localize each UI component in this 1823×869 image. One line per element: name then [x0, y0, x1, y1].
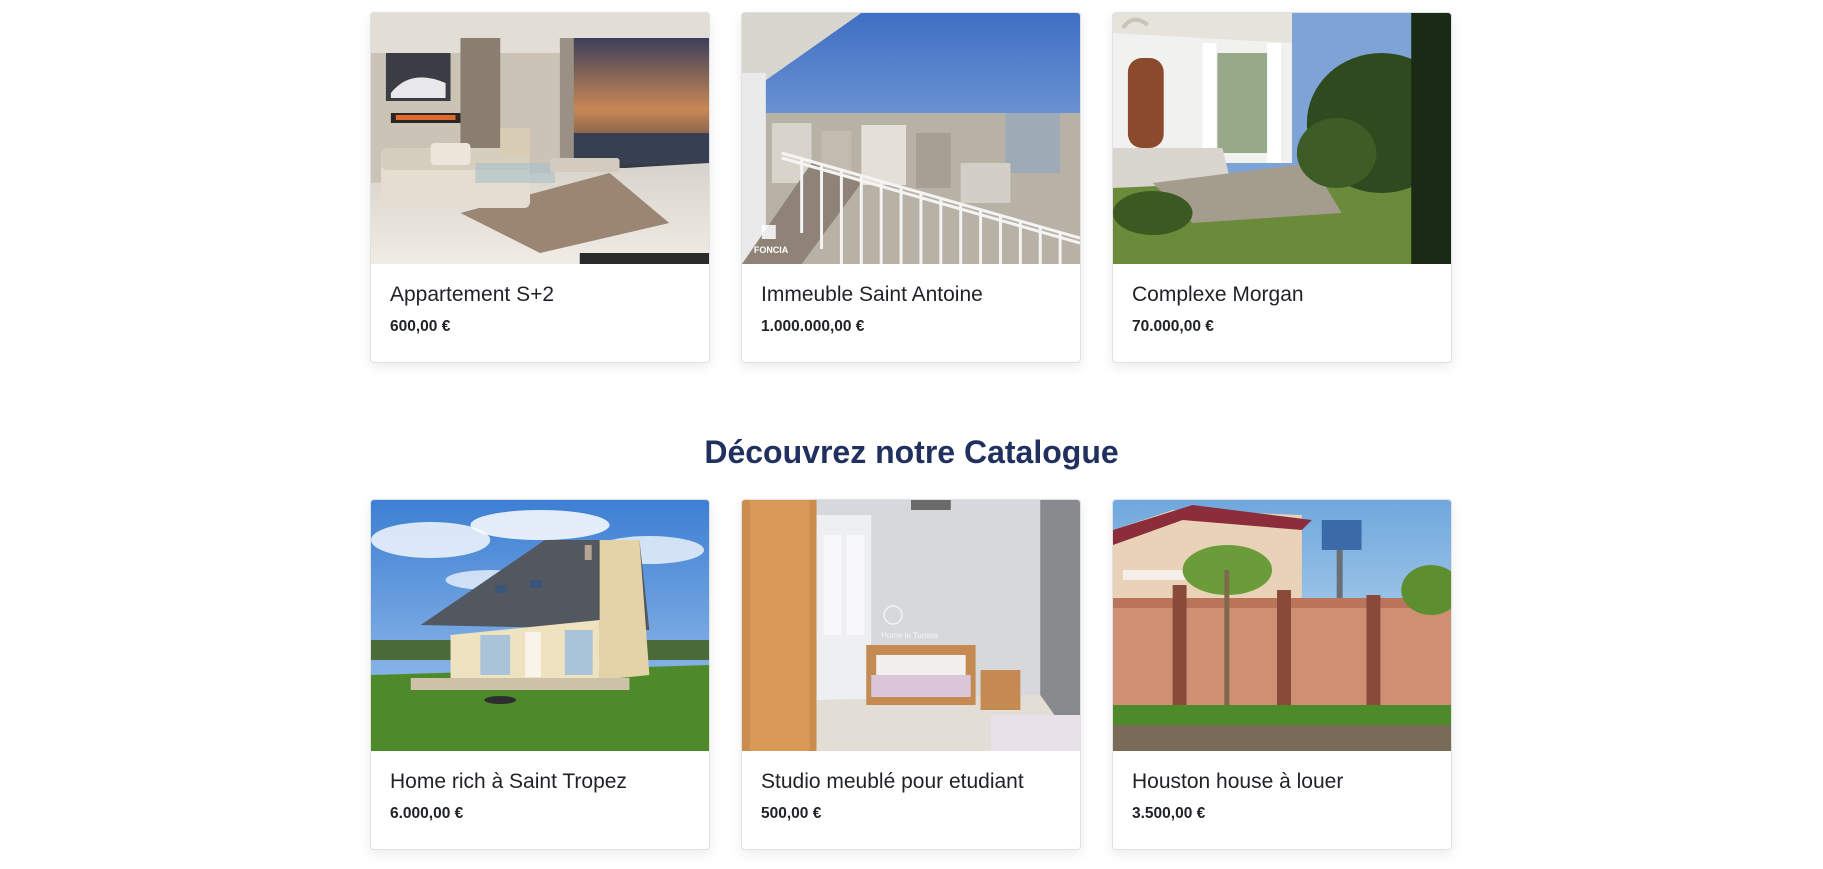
property-card[interactable]: Home rich à Saint Tropez 6.000,00 € [370, 499, 710, 850]
property-title[interactable]: Home rich à Saint Tropez [390, 769, 690, 795]
property-card[interactable]: Houston house à louer 3.500,00 € [1112, 499, 1452, 850]
property-image[interactable]: Home in Tunisia [742, 500, 1080, 751]
property-title[interactable]: Immeuble Saint Antoine [761, 282, 1061, 308]
house-lawn-photo [371, 500, 709, 751]
property-card[interactable]: FONCIA Immeuble Saint Antoine 1.000.000,… [741, 12, 1081, 363]
property-title[interactable]: Studio meublé pour etudiant [761, 769, 1061, 795]
bedroom-photo: Home in Tunisia [742, 500, 1080, 751]
property-card[interactable]: Appartement S+2 600,00 € [370, 12, 710, 363]
property-price: 6.000,00 € [390, 805, 464, 822]
property-image[interactable]: FONCIA [742, 13, 1080, 264]
property-title[interactable]: Appartement S+2 [390, 282, 690, 308]
property-card[interactable]: Home in Tunisia Studio meublé pour etudi… [741, 499, 1081, 850]
property-image[interactable] [371, 500, 709, 751]
house-wall-palms-photo [1113, 500, 1451, 751]
property-price: 70.000,00 € [1132, 318, 1214, 335]
property-price: 500,00 € [761, 805, 822, 822]
property-price: 3.500,00 € [1132, 805, 1206, 822]
property-image[interactable] [1113, 13, 1451, 264]
property-title[interactable]: Complexe Morgan [1132, 282, 1432, 308]
property-title[interactable]: Houston house à louer [1132, 769, 1432, 795]
catalogue-grid: Home rich à Saint Tropez 6.000,00 € Home… [370, 499, 1454, 850]
property-card[interactable]: Complexe Morgan 70.000,00 € [1112, 12, 1452, 363]
living-room-photo [371, 13, 709, 264]
villa-entrance-photo [1113, 13, 1451, 264]
balcony-city-view-photo: FONCIA [742, 13, 1080, 264]
property-image[interactable] [371, 13, 709, 264]
property-price: 1.000.000,00 € [761, 318, 865, 335]
watermark-text: Home in Tunisia [881, 631, 939, 640]
foncia-logo: FONCIA [754, 245, 789, 255]
featured-grid: Appartement S+2 600,00 € FONCIA Immeuble… [370, 12, 1454, 363]
property-price: 600,00 € [390, 318, 451, 335]
page: Appartement S+2 600,00 € FONCIA Immeuble… [0, 0, 1823, 869]
catalogue-heading: Découvrez notre Catalogue [704, 434, 1119, 470]
property-image[interactable] [1113, 500, 1451, 751]
